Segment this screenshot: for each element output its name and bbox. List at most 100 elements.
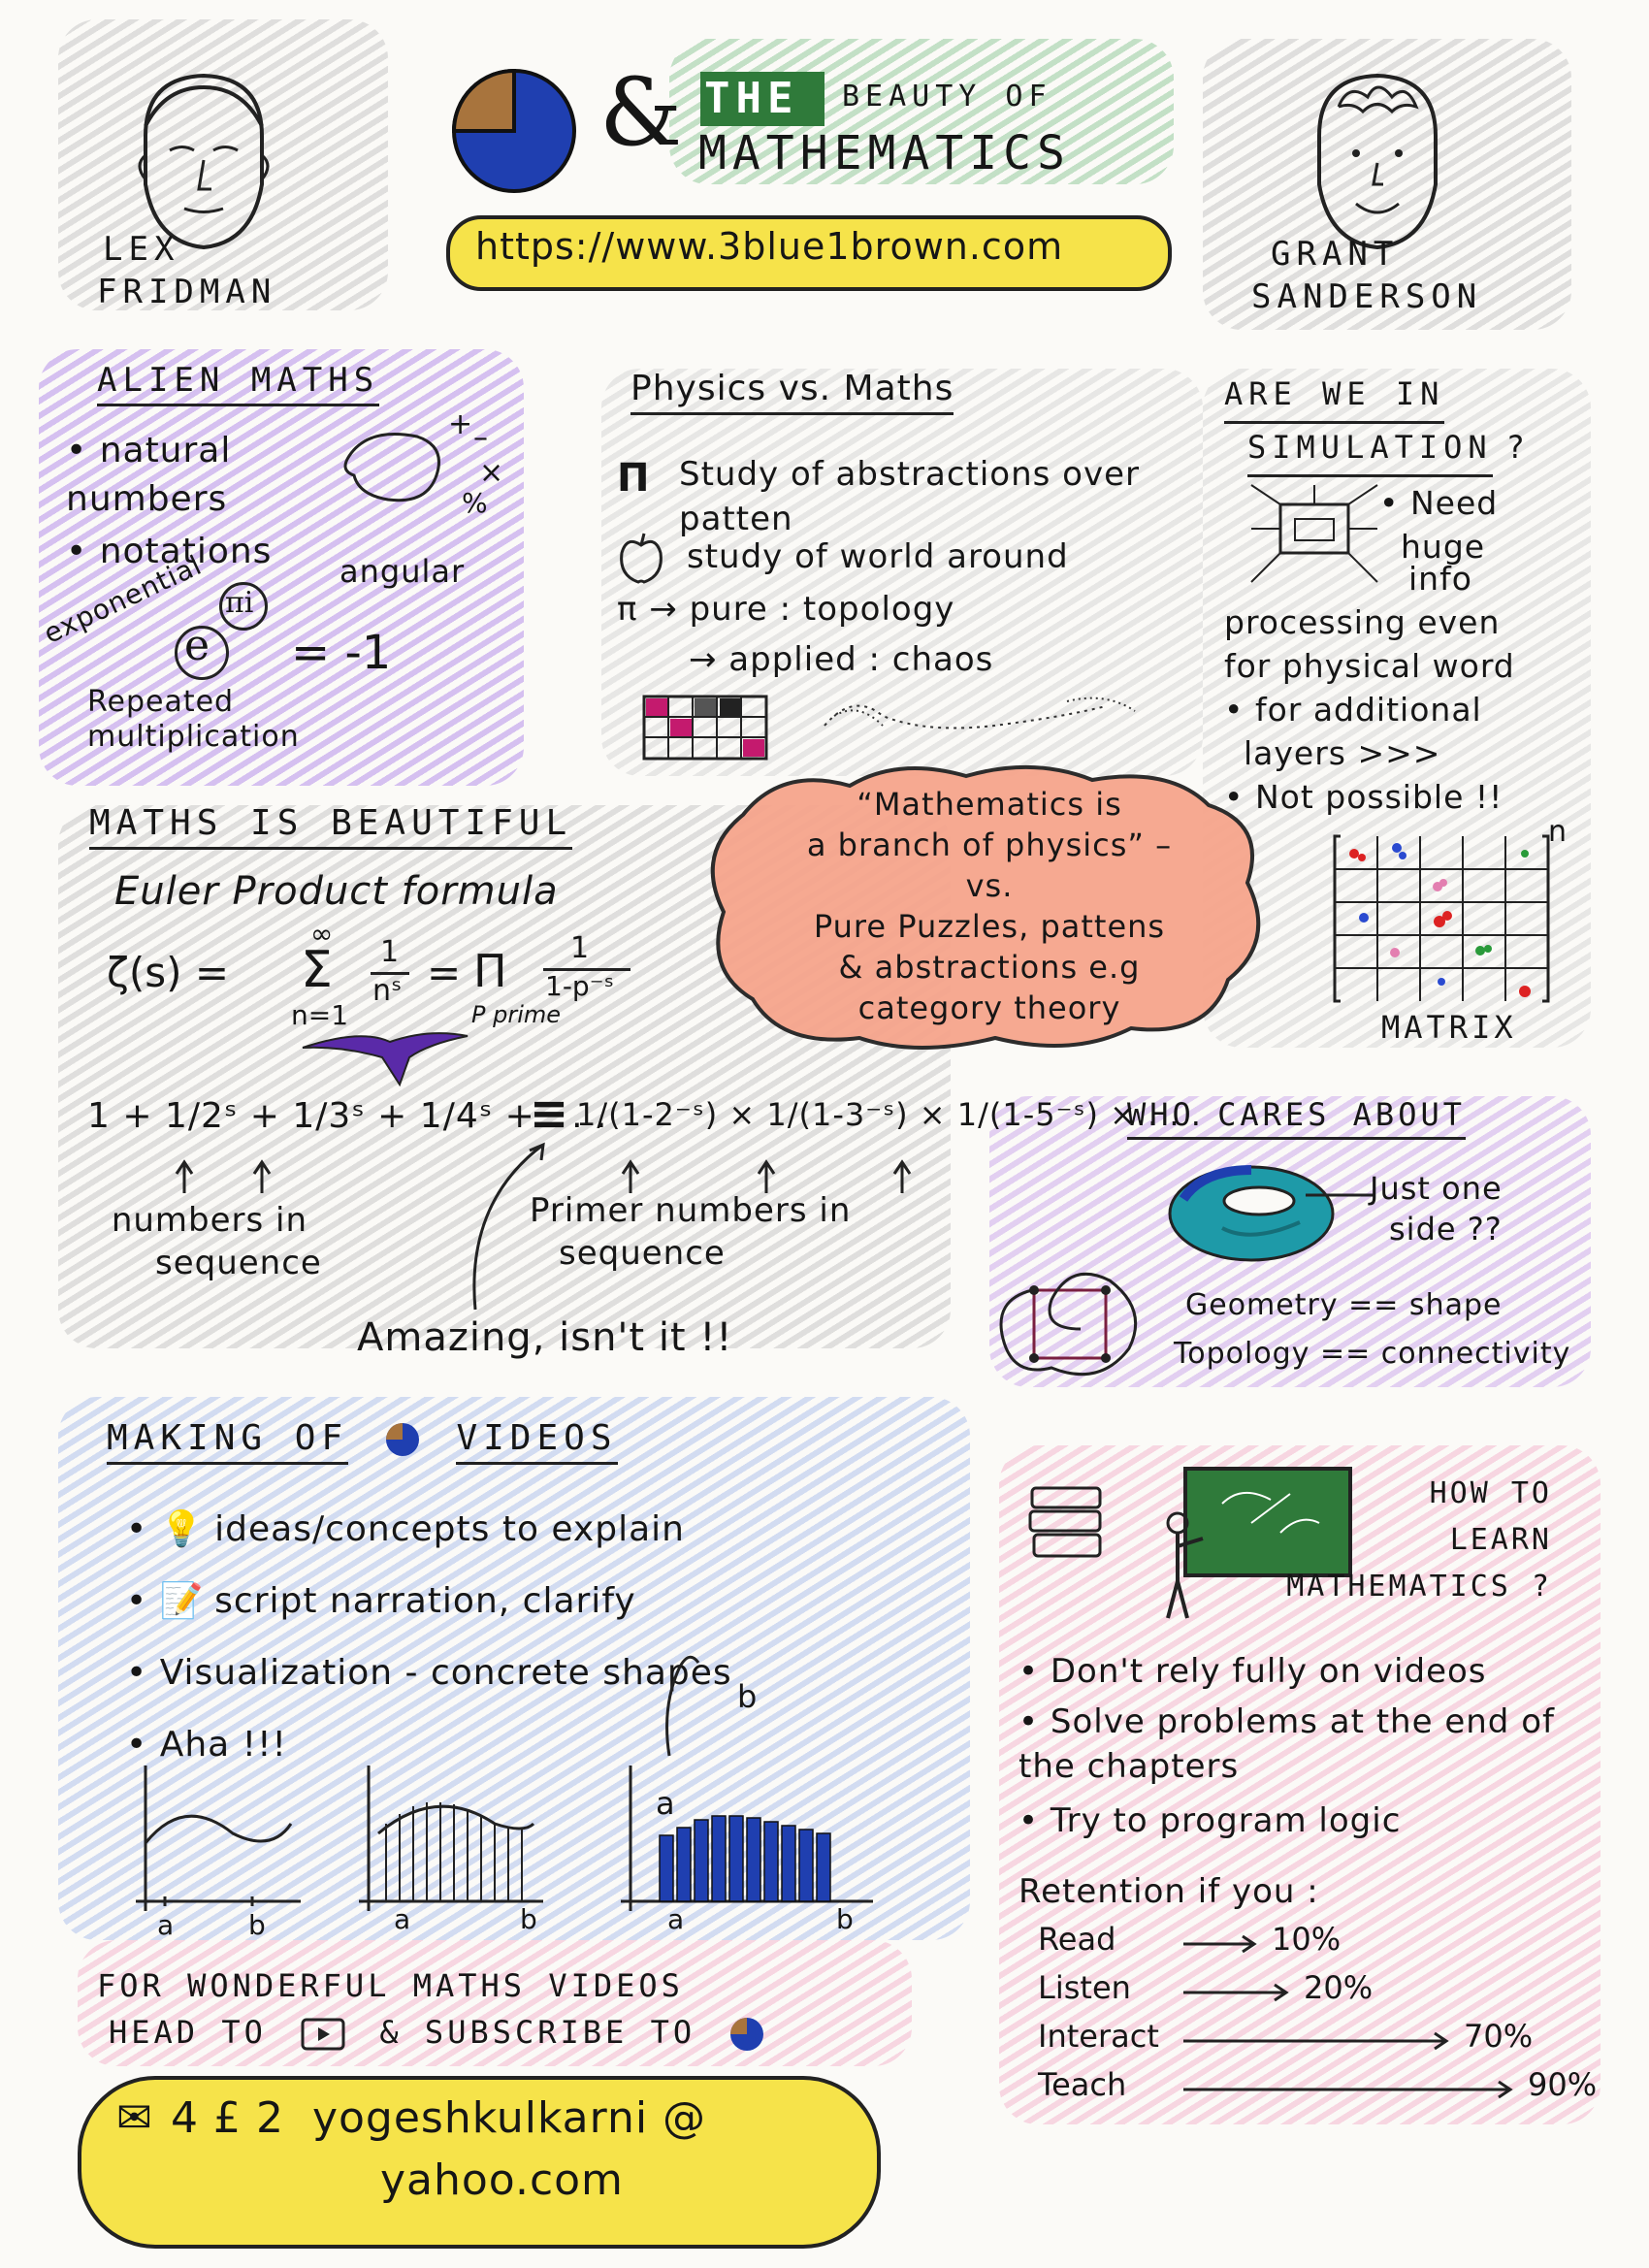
youtube-icon[interactable] — [301, 2018, 345, 2051]
plot2-a: a — [394, 1903, 412, 1935]
cares-note-2: side ?? — [1389, 1211, 1503, 1247]
person-right-last: SANDERSON — [1251, 277, 1483, 316]
footer-line-1: FOR WONDERFUL MATHS VIDEOS — [97, 1967, 684, 2004]
retention-row: Read 10% — [1038, 1921, 1581, 1963]
sim-line-physical: for physical word — [1224, 647, 1515, 685]
videos-item-visual: Visualization - concrete shapes — [126, 1637, 732, 1709]
physics-item-abstractions: Study of abstractions over patten — [679, 455, 1140, 538]
email-domain[interactable]: yahoo.com — [380, 2155, 624, 2205]
quote-line-1: “Mathematics is — [857, 786, 1122, 823]
formula-eq: = — [427, 949, 462, 996]
plot3-a: a — [667, 1903, 686, 1935]
pi-icon: Π — [617, 456, 650, 501]
person-left-name: LEX FRIDMAN — [97, 228, 276, 313]
plot1-a: a — [157, 1909, 176, 1941]
integral-a: a — [656, 1785, 676, 1822]
sim-line-additional: • for additional — [1224, 691, 1482, 729]
grant-portrait — [1317, 73, 1438, 250]
series-note-right: Primer numbers in sequence — [530, 1189, 851, 1275]
alien-heading: ALIEN MATHS — [97, 361, 380, 406]
amazing-text: Amazing, isn't it !! — [357, 1315, 733, 1360]
retention-value: 10% — [1272, 1921, 1342, 1958]
series-note-right-1: Primer numbers in — [530, 1191, 852, 1230]
email-prefix: 4 £ 2 — [171, 2093, 284, 2143]
physics-item-world: study of world around — [687, 537, 1069, 576]
3b1b-logo — [451, 68, 576, 193]
footer-head-to: HEAD TO — [109, 2014, 267, 2051]
quote-line-3: vs. — [965, 867, 1014, 904]
footer-line-2: HEAD TO & SUBSCRIBE TO — [109, 2014, 766, 2054]
learn-heading-1: HOW TO — [1429, 1476, 1552, 1510]
retention-arrow — [1183, 2080, 1513, 2099]
videos-heading-b: VIDEOS — [456, 1418, 618, 1465]
alien-op-percent: % — [462, 487, 489, 519]
learn-heading-2: LEARN — [1449, 1523, 1552, 1557]
alien-op-minus: – — [473, 421, 489, 455]
euler-product-title: Euler Product formula — [114, 869, 559, 914]
series-equiv: ≡ — [530, 1086, 569, 1141]
lex-portrait — [138, 73, 270, 250]
frac1-top: 1 — [380, 935, 400, 969]
videos-item-ideas: • 💡 ideas/concepts to explain — [126, 1494, 732, 1566]
person-left-first: LEX — [103, 230, 180, 269]
physics-heading: Physics vs. Maths — [630, 369, 954, 415]
integral-b: b — [737, 1678, 759, 1715]
topology-line: Topology == connectivity — [1174, 1337, 1571, 1371]
cares-heading-text: WHO CARES ABOUT — [1127, 1096, 1466, 1140]
sum-symbol: Σ — [301, 941, 333, 999]
sim-line-info: info — [1408, 560, 1472, 598]
videos-item-script: • 📝 script narration, clarify — [126, 1566, 732, 1637]
person-right-first: GRANT — [1271, 235, 1400, 274]
beautiful-heading: MATHS IS BEAUTIFUL — [89, 803, 573, 850]
alien-op-times: × — [479, 456, 505, 490]
frac2-bottom: 1-p⁻ˢ — [545, 970, 614, 1002]
series-note-right-2: sequence — [559, 1234, 726, 1273]
quote-text: “Mathematics is a branch of physics” – v… — [737, 784, 1242, 1028]
retention-label: Listen — [1038, 1969, 1131, 2006]
retention-value: 90% — [1528, 2066, 1598, 2103]
title-beauty-of: BEAUTY OF — [842, 80, 1052, 113]
beautiful-heading-text: MATHS IS BEAUTIFUL — [89, 803, 573, 850]
retention-arrow — [1183, 1983, 1289, 2002]
learn-item-program: Try to program logic — [1018, 1798, 1591, 1843]
url-link[interactable]: https://www.3blue1brown.com — [475, 225, 1063, 268]
prod-bottom: P prime — [471, 1001, 562, 1028]
physics-heading-text: Physics vs. Maths — [630, 369, 954, 415]
plot2-b: b — [520, 1903, 538, 1935]
alien-head-icon — [343, 433, 440, 502]
zeta-lhs: ζ(s) = — [107, 949, 230, 996]
sim-heading-1: ARE WE IN — [1224, 371, 1445, 424]
euler-e: e — [184, 621, 210, 670]
purple-arrow-icon — [302, 1032, 469, 1087]
videos-item-script-text: script narration, clarify — [214, 1581, 636, 1621]
envelope-icon: ✉ — [116, 2093, 153, 2143]
retention-label: Teach — [1038, 2066, 1127, 2103]
matrix-label: MATRIX — [1381, 1009, 1517, 1046]
quote-line-5: & abstractions e.g — [838, 949, 1141, 986]
cares-heading: WHO CARES ABOUT — [1127, 1096, 1466, 1140]
sim-line-need: • Need — [1379, 484, 1499, 522]
retention-value: 20% — [1304, 1969, 1374, 2006]
series-right: 1/(1-2⁻ˢ) × 1/(1-3⁻ˢ) × 1/(1-5⁻ˢ) × . . … — [576, 1096, 1202, 1133]
plot3-b: b — [836, 1903, 855, 1935]
notepad-icon: 📝 — [159, 1581, 205, 1621]
series-note-left: numbers in sequence — [97, 1199, 322, 1284]
chaos-dots-icon — [824, 697, 1136, 729]
books-icon — [1028, 1486, 1102, 1558]
retention-chart: Read 10% Listen 20% Interact 70% Teach 90% — [1038, 1921, 1597, 2115]
email-user[interactable]: yogeshkulkarni @ — [312, 2093, 706, 2143]
prod-symbol: Π — [473, 945, 507, 997]
sim-line-processing: processing even — [1224, 603, 1501, 641]
header-ampersand: & — [599, 58, 683, 167]
euler-exponent: πi — [225, 586, 254, 620]
series-note-left-1: numbers in — [111, 1201, 308, 1240]
sum-bottom: n=1 — [291, 999, 349, 1031]
retention-arrow — [1183, 2031, 1449, 2051]
frac2-top: 1 — [570, 931, 590, 965]
alien-label-repeated: Repeated multiplication — [87, 685, 300, 755]
alien-heading-text: ALIEN MATHS — [97, 361, 380, 406]
alien-label-repeated-1: Repeated — [87, 685, 235, 719]
3b1b-footer-logo[interactable] — [728, 2015, 766, 2054]
plot1-b: b — [248, 1909, 267, 1941]
physics-line-applied: → applied : chaos — [689, 640, 994, 679]
